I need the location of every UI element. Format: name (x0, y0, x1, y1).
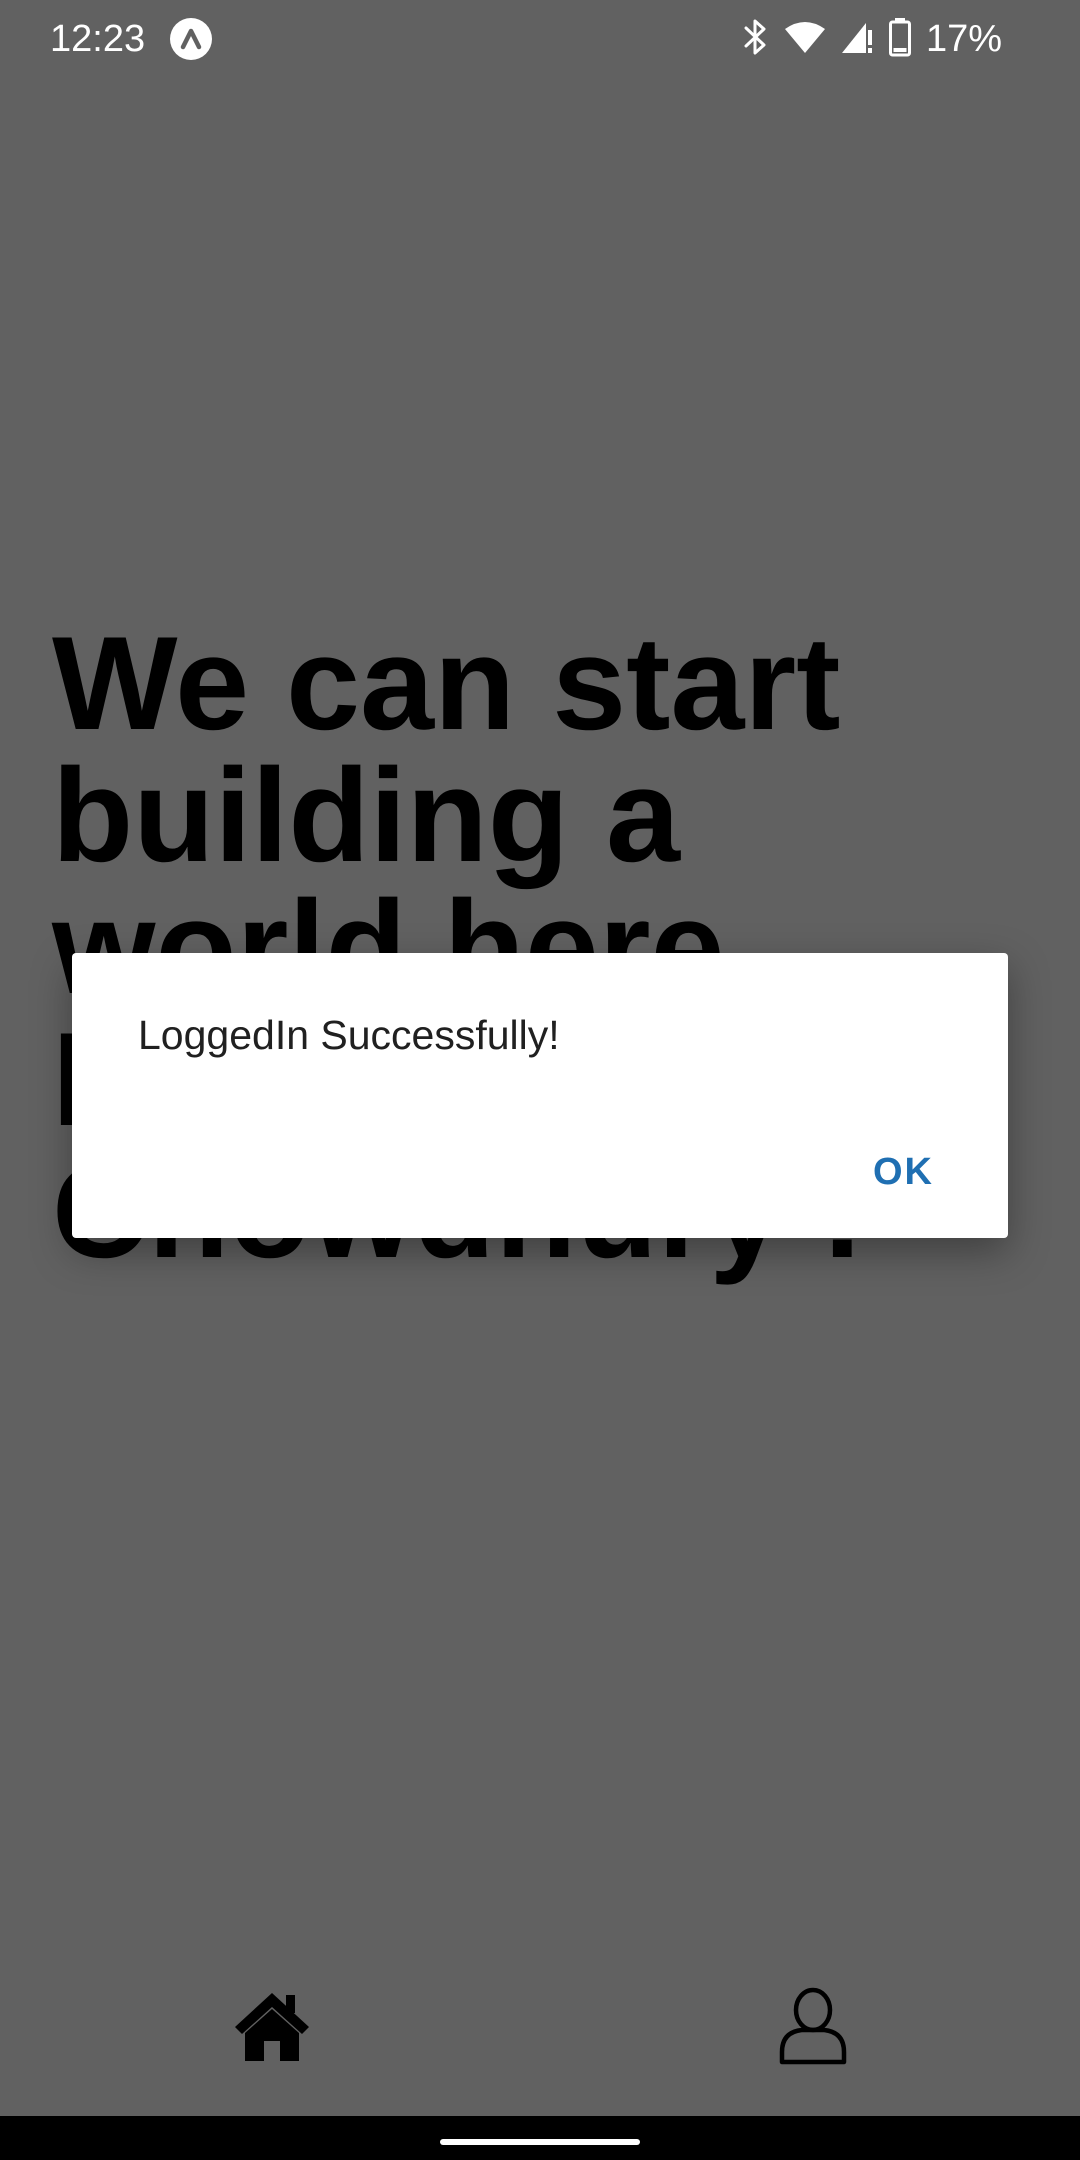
bluetooth-icon (740, 18, 770, 61)
battery-icon (888, 17, 912, 62)
wifi-icon (784, 20, 826, 59)
app-notification-icon (170, 18, 212, 60)
gesture-handle[interactable] (440, 2139, 640, 2145)
ok-button[interactable]: OK (873, 1150, 934, 1194)
home-icon (232, 1989, 312, 2068)
status-time: 12:23 (50, 18, 146, 60)
profile-icon (778, 1986, 848, 2071)
system-navigation-bar (0, 2116, 1080, 2160)
cell-signal-icon (840, 20, 874, 59)
battery-percent: 17% (925, 18, 1002, 60)
nav-profile-tab[interactable] (763, 1978, 863, 2078)
dialog-message: LoggedIn Successfully! (138, 1012, 560, 1058)
alert-dialog: LoggedIn Successfully! OK (72, 953, 1008, 1238)
status-icons: 17% (740, 16, 1002, 62)
status-bar: 12:23 17% (0, 0, 1080, 80)
bottom-navigation (0, 1960, 1080, 2116)
nav-home-tab[interactable] (222, 1978, 322, 2078)
